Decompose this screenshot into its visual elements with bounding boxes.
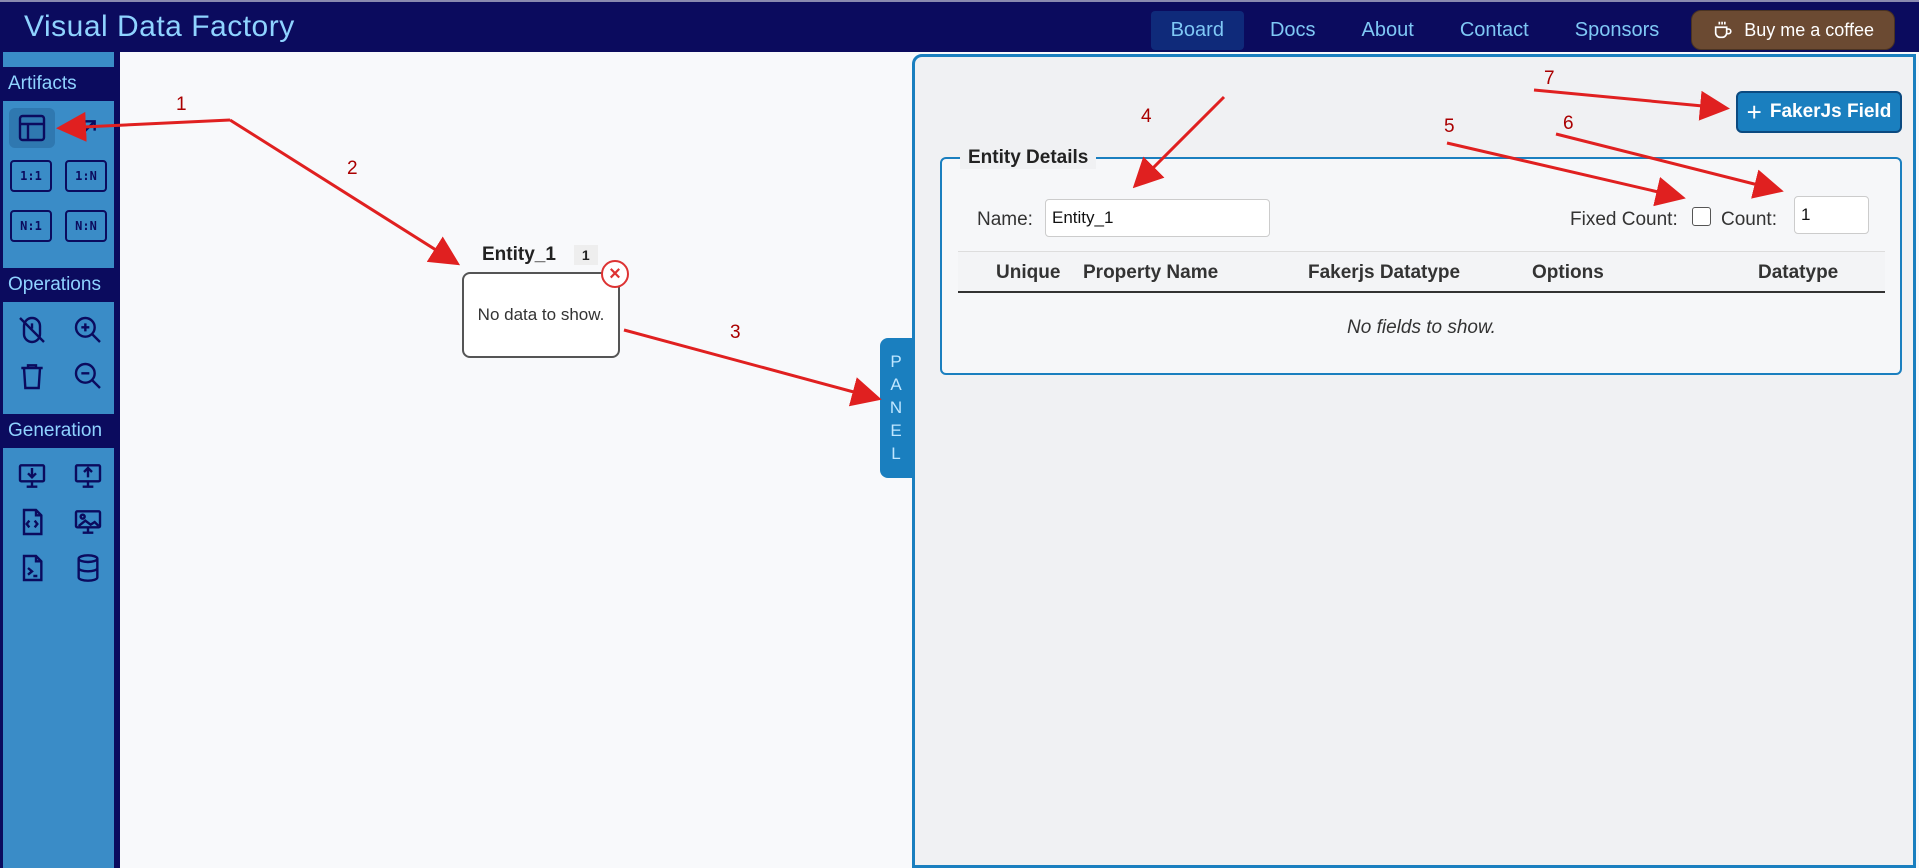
table-tool[interactable] — [9, 108, 55, 148]
image-export-tool[interactable] — [65, 502, 111, 542]
relation-many-to-many[interactable]: N:N — [65, 210, 107, 242]
table-icon — [18, 114, 46, 142]
delete-tool[interactable] — [9, 356, 55, 396]
annotation-label-2: 2 — [347, 158, 358, 179]
column-header: Unique — [996, 262, 1061, 283]
entity-details-fieldset: Entity Details Name: Fixed Count: Count:… — [940, 147, 1902, 375]
trash-icon — [21, 364, 43, 390]
column-header: Options — [1532, 262, 1604, 283]
panel-tab-letter: P — [890, 352, 902, 371]
annotation-label-7: 7 — [1544, 68, 1555, 89]
annotation-label-4: 4 — [1141, 106, 1152, 127]
close-icon: × — [609, 262, 621, 285]
script-export-tool[interactable] — [9, 548, 55, 588]
plus-icon: + — [1746, 97, 1762, 127]
json-file-icon — [22, 508, 43, 536]
name-label: Name: — [977, 209, 1033, 230]
panel-tab-letter: N — [889, 398, 903, 417]
section-generation: Generation — [0, 414, 130, 448]
relation-one-to-many[interactable]: 1:N — [65, 160, 107, 192]
export-tool[interactable] — [65, 456, 111, 496]
add-fakerjs-field-button[interactable]: + FakerJs Field — [1736, 91, 1902, 133]
fixed-count-label: Fixed Count: — [1570, 209, 1678, 230]
top-navbar: Visual Data Factory Board Docs About Con… — [0, 0, 1919, 52]
image-monitor-icon — [74, 510, 102, 534]
database-export-tool[interactable] — [65, 548, 111, 588]
buy-coffee-button[interactable]: Buy me a coffee — [1691, 10, 1895, 50]
annotation-label-1: 1 — [176, 94, 187, 115]
column-header: Property Name — [1083, 262, 1219, 283]
count-input[interactable] — [1794, 196, 1869, 234]
board-canvas[interactable] — [120, 52, 910, 868]
details-panel: + FakerJs Field Entity Details Name: Fix… — [912, 54, 1916, 868]
fields-table: Unique Property Name Fakerjs Datatype Op… — [958, 251, 1885, 339]
nav-board[interactable]: Board — [1150, 10, 1244, 50]
panel-tab-letter: A — [890, 375, 902, 394]
section-artifacts: Artifacts — [0, 67, 130, 101]
annotation-label-6: 6 — [1563, 113, 1574, 134]
entity-delete-button[interactable]: × — [601, 260, 629, 288]
entity-title: Entity_1 — [482, 244, 556, 265]
mouse-off-icon — [19, 316, 45, 344]
panel-tab-letter: E — [890, 421, 902, 440]
link-arrow-icon — [80, 120, 96, 136]
entity-node[interactable]: Entity_1 1 No data to show. × — [462, 242, 630, 358]
zoom-out-icon — [74, 362, 101, 389]
database-icon — [77, 554, 99, 582]
nav-links: Board Docs About Contact Sponsors Buy me… — [1150, 10, 1895, 50]
upload-monitor-icon — [74, 464, 102, 488]
fields-empty-message: No fields to show. — [1347, 317, 1496, 338]
section-operations: Operations — [0, 268, 130, 302]
relation-one-to-one[interactable]: 1:1 — [10, 160, 52, 192]
nav-sponsors[interactable]: Sponsors — [1555, 11, 1680, 50]
annotation-label-5: 5 — [1444, 116, 1455, 137]
entity-body[interactable]: No data to show. — [462, 272, 620, 358]
column-header: Datatype — [1758, 262, 1839, 283]
panel-tab-letter: L — [891, 444, 901, 463]
zoom-in-tool[interactable] — [65, 310, 111, 350]
add-fakerjs-field-label: FakerJs Field — [1769, 101, 1892, 122]
nav-contact[interactable]: Contact — [1440, 11, 1549, 50]
app-brand[interactable]: Visual Data Factory — [24, 10, 295, 44]
entity-count-badge: 1 — [573, 245, 598, 265]
zoom-out-tool[interactable] — [65, 356, 111, 396]
tool-sidebar: Artifacts 1:1 1:N N:1 N:N Operations Gen… — [0, 52, 130, 868]
json-export-tool[interactable] — [9, 502, 55, 542]
import-tool[interactable] — [9, 456, 55, 496]
nav-about[interactable]: About — [1342, 11, 1434, 50]
annotation-label-3: 3 — [730, 322, 741, 343]
entity-details-legend: Entity Details — [960, 147, 1097, 169]
buy-coffee-label: Buy me a coffee — [1744, 19, 1874, 40]
download-monitor-icon — [18, 464, 46, 488]
panel-toggle-tab[interactable]: P A N E L — [880, 338, 912, 478]
count-label: Count: — [1721, 209, 1777, 230]
terminal-file-icon — [22, 554, 43, 582]
nav-docs[interactable]: Docs — [1250, 11, 1336, 50]
zoom-in-icon — [74, 316, 101, 343]
disable-pointer-tool[interactable] — [9, 310, 55, 350]
relation-many-to-one[interactable]: N:1 — [10, 210, 52, 242]
entity-name-input[interactable] — [1045, 199, 1270, 237]
fields-table-header: Unique Property Name Fakerjs Datatype Op… — [958, 251, 1885, 293]
link-tool[interactable] — [65, 108, 111, 148]
fixed-count-checkbox[interactable] — [1692, 207, 1711, 226]
column-header: Fakerjs Datatype — [1308, 262, 1461, 283]
coffee-cup-icon — [1715, 21, 1732, 39]
